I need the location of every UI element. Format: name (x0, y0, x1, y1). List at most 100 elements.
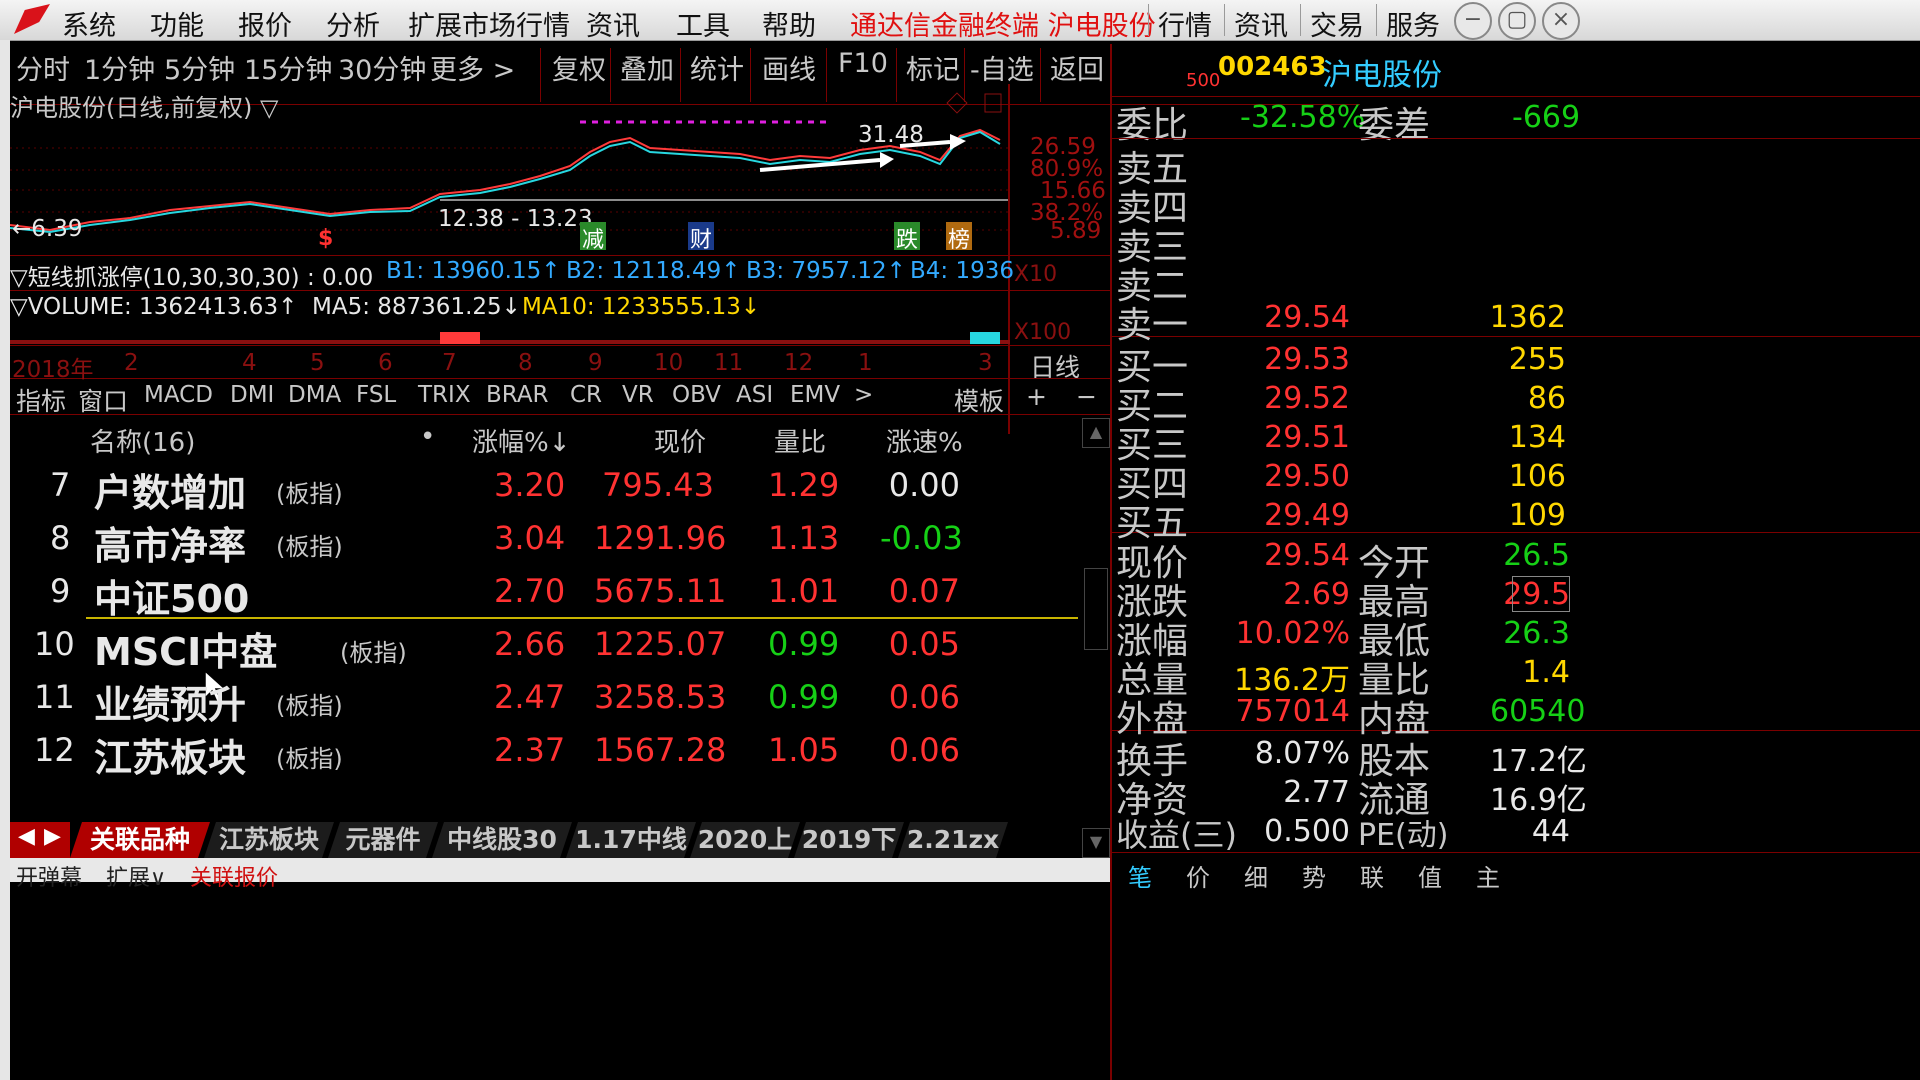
close-icon[interactable]: × (1542, 2, 1580, 40)
stock-code[interactable]: 002463 (1218, 52, 1327, 82)
row-name[interactable]: 高市净率 (94, 515, 246, 570)
add-indicator-button[interactable]: + (1026, 382, 1047, 411)
volume-label[interactable]: ▽VOLUME: 1362413.63↑ (10, 294, 297, 320)
bottom-tab[interactable]: 中线股30 (432, 822, 572, 858)
indicator-tab[interactable]: CR (570, 382, 602, 408)
related-quote-link[interactable]: 关联报价 (190, 860, 278, 892)
bottom-tab[interactable]: 关联品种 (70, 822, 210, 858)
menu-market[interactable]: 行情 (1158, 4, 1212, 43)
indicator-formula[interactable]: ▽短线抓涨停(10,30,30,30) : 0.00 (10, 258, 373, 292)
buy-price[interactable]: 29.53 (1250, 342, 1350, 377)
scrollbar-thumb[interactable] (1084, 568, 1108, 650)
indicator-tab[interactable]: EMV (790, 382, 840, 408)
period-label[interactable]: 日线 (1030, 348, 1080, 384)
bottom-tab[interactable]: 1.17中线 (566, 822, 696, 858)
period-30min[interactable]: 30分钟 (338, 48, 426, 87)
extend-toggle[interactable]: 扩展∨ (106, 860, 166, 892)
event-marker[interactable]: 榜 (946, 222, 972, 253)
col-header-change[interactable]: 涨幅%↓ (472, 422, 571, 459)
detail-tab[interactable]: 细 (1244, 858, 1268, 893)
menu-quote[interactable]: 报价 (238, 4, 292, 43)
back-button[interactable]: 返回 (1050, 48, 1104, 87)
stock-name[interactable]: 沪电股份 (1322, 50, 1442, 94)
tab-prev-icon[interactable]: ◀ (18, 824, 35, 849)
period-15min[interactable]: 15分钟 (244, 48, 332, 87)
col-header-name[interactable]: 名称(16) (90, 422, 195, 459)
col-header-speed[interactable]: 涨速% (886, 422, 963, 459)
template-button[interactable]: 模板 (954, 382, 1004, 418)
detail-tab[interactable]: 价 (1186, 858, 1210, 893)
indicator-tab[interactable]: DMI (230, 382, 274, 408)
f10-button[interactable]: F10 (838, 48, 888, 79)
indicator-tab[interactable]: BRAR (486, 382, 549, 408)
fundamental-value: 0.500 (1264, 814, 1350, 849)
minimize-icon[interactable]: − (1454, 2, 1492, 40)
maximize-icon[interactable]: ▢ (1498, 2, 1536, 40)
scroll-up-icon[interactable]: ▲ (1082, 418, 1110, 448)
indicator-tab[interactable]: 窗口 (78, 382, 128, 418)
menu-info[interactable]: 资讯 (1234, 4, 1288, 43)
row-name[interactable]: 江苏板块 (94, 727, 246, 782)
tab-nav-arrows[interactable]: ◀ ▶ (10, 822, 70, 858)
buy-price[interactable]: 29.49 (1250, 498, 1350, 533)
menu-trade[interactable]: 交易 (1310, 4, 1364, 43)
menu-tools[interactable]: 工具 (676, 4, 730, 43)
event-marker[interactable]: $ (318, 226, 333, 251)
col-header-volratio[interactable]: 量比 (774, 422, 826, 459)
menu-extended-market[interactable]: 扩展市场行情 (408, 4, 570, 43)
menu-system[interactable]: 系统 (62, 4, 116, 43)
draw-line-button[interactable]: 画线 (762, 48, 816, 87)
sell-price[interactable]: 29.54 (1250, 300, 1350, 335)
detail-tab[interactable]: 主 (1476, 858, 1500, 893)
mark-button[interactable]: 标记 (906, 48, 960, 87)
indicator-tab[interactable]: ASI (736, 382, 773, 408)
bottom-tab[interactable]: 江苏板块 (204, 822, 334, 858)
overlay-button[interactable]: 叠加 (620, 48, 674, 87)
event-marker[interactable]: 跌 (894, 222, 920, 253)
indicator-tab[interactable]: FSL (356, 382, 396, 408)
menu-help[interactable]: 帮助 (762, 4, 816, 43)
danmu-toggle[interactable]: 开弹幕 (16, 860, 82, 892)
event-marker[interactable]: 财 (688, 222, 714, 253)
row-name[interactable]: 中证500 (94, 568, 249, 623)
statistics-button[interactable]: 统计 (690, 48, 744, 87)
menu-function[interactable]: 功能 (150, 4, 204, 43)
scroll-down-icon[interactable]: ▼ (1082, 828, 1110, 858)
adjust-button[interactable]: 复权 (552, 48, 606, 87)
range-label: 12.38 - 13.23 (438, 206, 593, 232)
row-name[interactable]: 户数增加 (94, 462, 246, 517)
indicator-tab[interactable]: TRIX (418, 382, 471, 408)
col-header-price[interactable]: 现价 (654, 422, 706, 459)
period-5min[interactable]: 5分钟 (164, 48, 235, 87)
menu-news[interactable]: 资讯 (586, 4, 640, 43)
bottom-tab[interactable]: 2.21zx (898, 822, 1008, 858)
row-name[interactable]: 业绩预升 (94, 674, 246, 729)
period-intraday[interactable]: 分时 (16, 48, 70, 87)
detail-tab[interactable]: 势 (1302, 858, 1326, 893)
bottom-tab[interactable]: 2019下 (794, 822, 904, 858)
bottom-tab[interactable]: 元器件 (328, 822, 438, 858)
buy-price[interactable]: 29.50 (1250, 459, 1350, 494)
indicator-tab[interactable]: DMA (288, 382, 341, 408)
menu-analysis[interactable]: 分析 (326, 4, 380, 43)
bottom-tab[interactable]: 2020上 (690, 822, 800, 858)
indicator-tab[interactable]: OBV (672, 382, 721, 408)
menu-service[interactable]: 服务 (1386, 4, 1440, 43)
detail-tab[interactable]: 笔 (1128, 858, 1152, 893)
event-marker[interactable]: 减 (580, 222, 606, 253)
indicator-tab[interactable]: MACD (144, 382, 213, 408)
row-name[interactable]: MSCI中盘 (94, 621, 277, 676)
indicator-tab-next[interactable]: > (854, 382, 873, 408)
indicator-tab[interactable]: VR (622, 382, 654, 408)
buy-price[interactable]: 29.51 (1250, 420, 1350, 455)
period-more[interactable]: 更多 > (430, 48, 515, 87)
detail-tab[interactable]: 值 (1418, 858, 1442, 893)
remove-indicator-button[interactable]: − (1076, 382, 1097, 411)
tab-next-icon[interactable]: ▶ (44, 824, 61, 849)
remove-watchlist-button[interactable]: -自选 (970, 48, 1034, 87)
indicator-tab[interactable]: 指标 (16, 382, 66, 418)
row-index: 7 (50, 466, 71, 504)
buy-price[interactable]: 29.52 (1250, 381, 1350, 416)
detail-tab[interactable]: 联 (1360, 858, 1384, 893)
period-1min[interactable]: 1分钟 (84, 48, 155, 87)
